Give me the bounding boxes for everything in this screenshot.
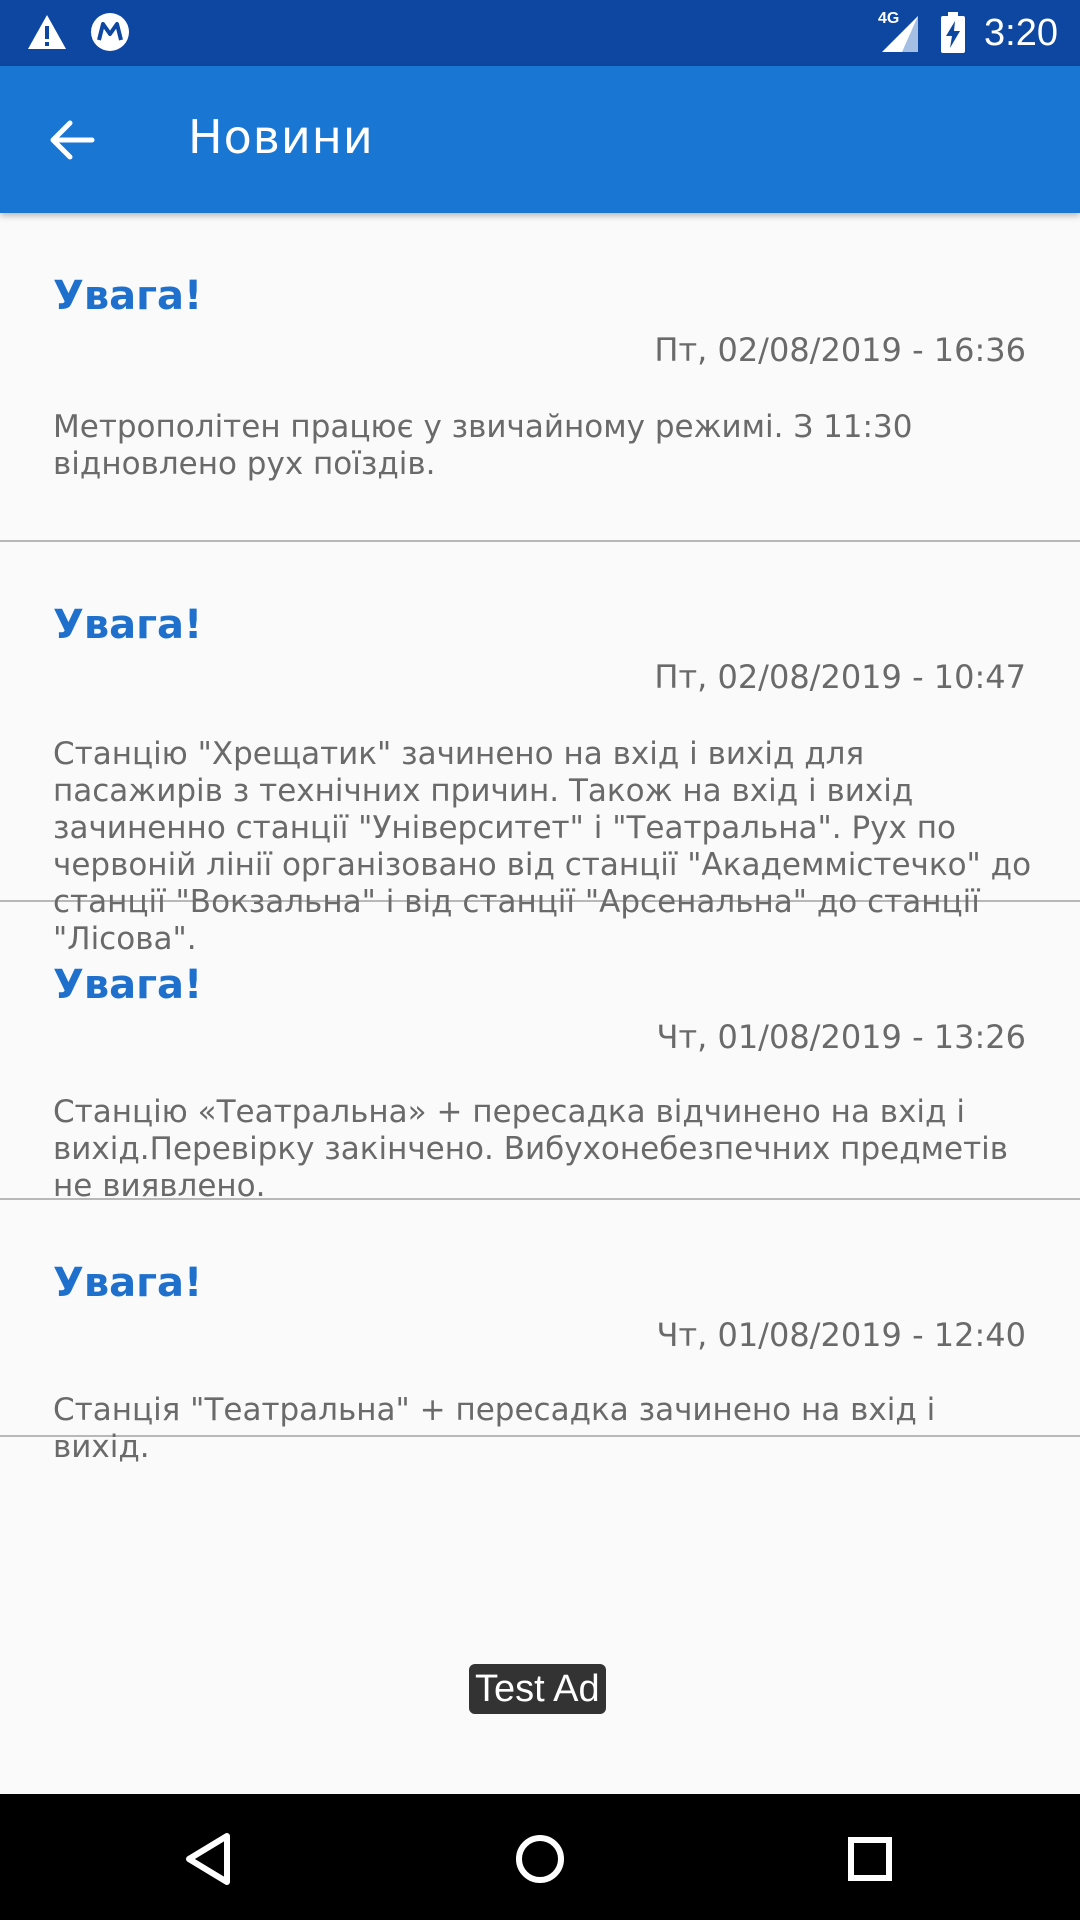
news-date: Пт, 02/08/2019 - 10:47 (654, 658, 1026, 696)
home-circle-icon (516, 1835, 564, 1883)
news-title: Увага! (53, 273, 203, 319)
signal-icon (882, 16, 919, 52)
warning-icon (28, 15, 66, 49)
news-text: Станція "Театральна" + пересадка зачинен… (53, 1392, 936, 1465)
navigation-bar (0, 1794, 1080, 1920)
back-triangle-icon (186, 1833, 230, 1885)
nav-back-button[interactable] (175, 1824, 245, 1894)
nav-home-button[interactable] (505, 1824, 575, 1894)
news-date: Чт, 01/08/2019 - 12:40 (656, 1316, 1026, 1354)
news-title: Увага! (53, 1260, 203, 1306)
news-item[interactable]: Увага! Пт, 02/08/2019 - 10:47 Станцію "Х… (0, 542, 1080, 957)
news-item[interactable]: Увага! Чт, 01/08/2019 - 12:40 Станція "Т… (0, 1200, 1080, 1465)
news-item[interactable]: Увага! Чт, 01/08/2019 - 13:26 Станцію «Т… (0, 902, 1080, 1204)
news-text: Станцію «Театральна» + пересадка відчине… (53, 1094, 1009, 1204)
app-bar: Новини (0, 66, 1080, 213)
news-title: Увага! (53, 602, 203, 648)
metro-logo-icon (91, 13, 129, 51)
news-date: Пт, 02/08/2019 - 16:36 (654, 331, 1026, 369)
news-item[interactable]: Увага! Пт, 02/08/2019 - 16:36 Метрополіт… (0, 213, 1080, 542)
arrow-back-icon (50, 120, 95, 160)
recents-square-icon (848, 1837, 892, 1881)
battery-charging-icon (941, 12, 966, 53)
test-ad-banner[interactable]: Test Ad (469, 1664, 606, 1714)
status-time: 3:20 (984, 11, 1058, 54)
status-bar: 4G 3:20 (0, 0, 1080, 66)
news-title: Увага! (53, 962, 203, 1008)
nav-recents-button[interactable] (835, 1824, 905, 1894)
news-text: Метрополітен працює у звичайному режимі.… (53, 409, 913, 482)
page-title: Новини (188, 110, 374, 164)
back-button[interactable] (44, 112, 100, 168)
news-date: Чт, 01/08/2019 - 13:26 (656, 1018, 1026, 1056)
